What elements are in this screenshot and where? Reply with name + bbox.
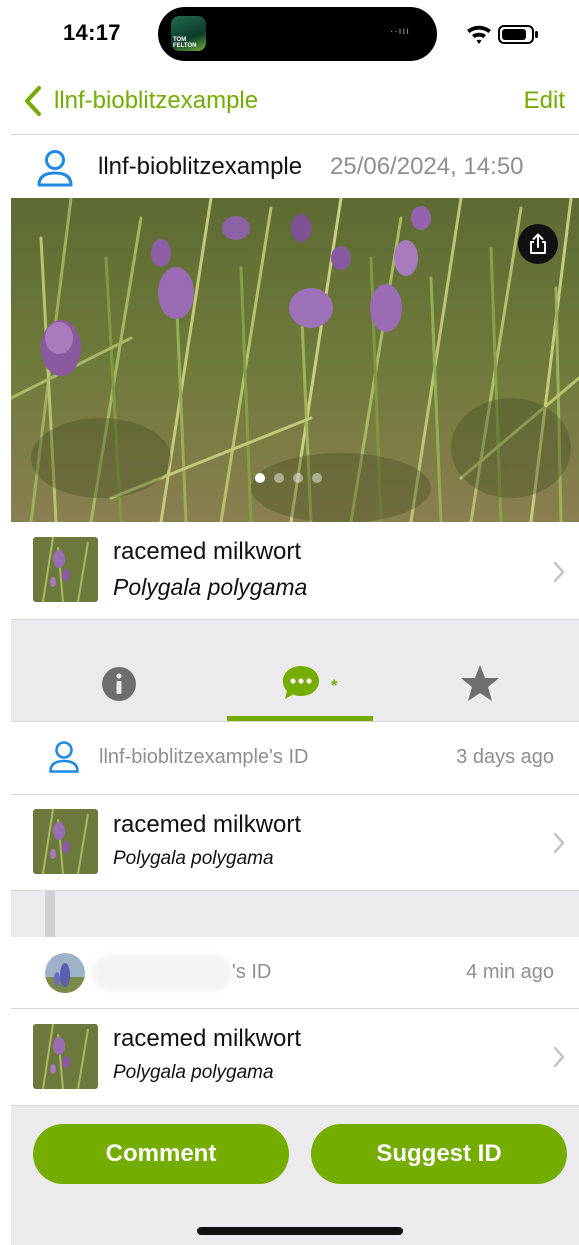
home-indicator[interactable] — [197, 1227, 403, 1235]
observer-username[interactable]: llnf-bioblitzexample — [98, 153, 302, 181]
taxon-scientific-name: Polygala polygama — [113, 848, 274, 869]
chevron-right-icon — [553, 832, 565, 854]
taxon-thumbnail — [33, 1024, 98, 1089]
status-icons — [467, 25, 538, 44]
id-author-label: llnf-bioblitzexample's ID — [99, 746, 309, 768]
nav-divider — [11, 134, 579, 135]
pager-dot — [312, 473, 322, 483]
share-icon — [530, 233, 546, 254]
status-time: 14:17 — [63, 20, 121, 45]
pager-dot-active — [255, 473, 265, 483]
taxon-scientific-name: Polygala polygama — [113, 1062, 274, 1083]
now-playing-art-text: TOM FELTON — [173, 37, 197, 49]
taxon-row[interactable]: racemed milkwort Polygala polygama — [11, 522, 579, 619]
user-icon[interactable] — [36, 148, 74, 188]
now-playing-art[interactable]: TOM FELTON — [171, 16, 206, 51]
taxon-scientific-name: Polygala polygama — [113, 574, 308, 600]
taxon-row[interactable]: racemed milkwort Polygala polygama — [11, 1009, 579, 1105]
comment-button[interactable]: Comment — [33, 1124, 289, 1184]
suggest-id-button[interactable]: Suggest ID — [311, 1124, 567, 1184]
taxon-common-name: racemed milkwort — [113, 1025, 302, 1052]
star-icon[interactable] — [460, 664, 500, 702]
chat-bubble-icon[interactable] — [281, 664, 321, 702]
taxon-thumbnail — [33, 537, 98, 602]
photo-pager[interactable] — [255, 473, 322, 483]
info-icon[interactable] — [101, 666, 137, 702]
avatar[interactable] — [45, 953, 85, 993]
id-time: 3 days ago — [456, 746, 554, 768]
edit-button[interactable]: Edit — [524, 87, 565, 115]
id-time: 4 min ago — [466, 961, 554, 983]
chevron-right-icon — [553, 1046, 565, 1068]
action-bar-divider — [11, 1105, 579, 1106]
activity-badge: * — [331, 676, 338, 695]
taxon-row[interactable]: racemed milkwort Polygala polygama — [11, 795, 579, 890]
tab-bottom-divider — [11, 721, 579, 722]
pager-dot — [274, 473, 284, 483]
audio-indicator-icon: ··ııı — [390, 26, 410, 37]
redacted-username — [92, 955, 232, 991]
activity-timeline — [45, 890, 55, 937]
battery-icon — [498, 25, 538, 44]
row-divider — [11, 890, 579, 891]
wifi-icon — [467, 25, 491, 44]
band-top-divider — [11, 619, 579, 620]
section-spacer — [11, 619, 579, 656]
pager-dot — [293, 473, 303, 483]
activity-spacer — [11, 890, 579, 937]
observation-date: 25/06/2024, 14:50 — [330, 153, 524, 180]
back-button-label[interactable]: llnf-bioblitzexample — [54, 87, 258, 115]
taxon-common-name: racemed milkwort — [113, 538, 302, 565]
chevron-right-icon — [553, 561, 565, 583]
back-chevron-icon[interactable] — [22, 85, 44, 117]
taxon-thumbnail — [33, 809, 98, 874]
user-icon[interactable] — [48, 740, 80, 774]
taxon-common-name: racemed milkwort — [113, 811, 302, 838]
id-author-label: 's ID — [232, 961, 272, 983]
share-button[interactable] — [518, 224, 558, 264]
